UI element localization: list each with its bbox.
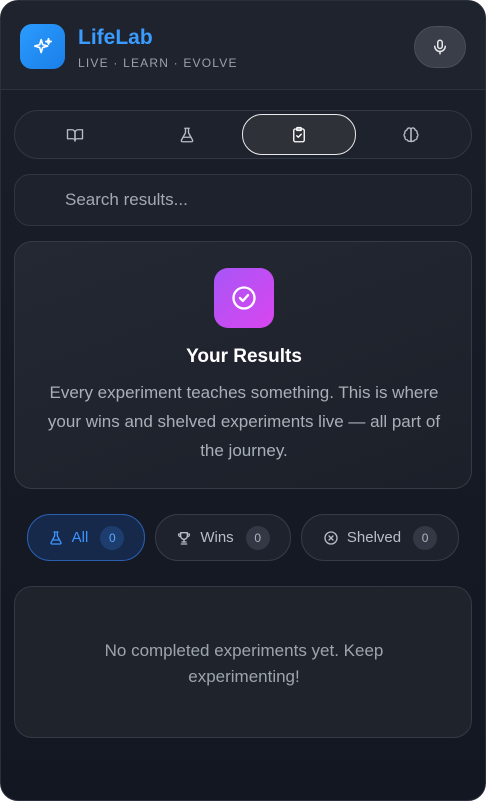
filter-label: Wins bbox=[200, 529, 234, 546]
tab-learn[interactable] bbox=[18, 114, 132, 155]
filter-label: All bbox=[71, 529, 89, 546]
clipboard-check-icon bbox=[290, 126, 308, 144]
flask-icon bbox=[48, 530, 64, 546]
app-title: LifeLab bbox=[78, 26, 153, 49]
filter-all-button[interactable]: All 0 bbox=[27, 514, 145, 561]
app-subtitle: LIVE · LEARN · EVOLVE bbox=[78, 56, 238, 70]
empty-state-message: No completed experiments yet. Keep exper… bbox=[104, 641, 384, 686]
app-window: LifeLab LIVE · LEARN · EVOLVE Search res… bbox=[0, 0, 486, 801]
filter-count-badge: 0 bbox=[245, 525, 270, 550]
search-bar bbox=[14, 174, 472, 226]
empty-state-card: No completed experiments yet. Keep exper… bbox=[14, 586, 472, 738]
tab-experiments[interactable] bbox=[130, 114, 244, 155]
filter-label: Shelved bbox=[346, 529, 402, 546]
filter-count-badge: 0 bbox=[100, 525, 125, 550]
main-tab-bar bbox=[14, 110, 472, 159]
book-icon bbox=[66, 126, 84, 144]
results-intro-card: Your Results Every experiment teaches so… bbox=[14, 241, 472, 489]
tab-insights[interactable] bbox=[354, 114, 468, 155]
x-circle-icon bbox=[323, 530, 339, 546]
flask-icon bbox=[178, 126, 196, 144]
brain-icon bbox=[402, 126, 420, 144]
tab-results[interactable] bbox=[242, 114, 356, 155]
filter-count-badge: 0 bbox=[413, 525, 438, 550]
app-header: LifeLab LIVE · LEARN · EVOLVE bbox=[1, 1, 485, 90]
sparkles-icon bbox=[20, 24, 65, 69]
microphone-icon bbox=[431, 38, 449, 56]
hero-description: Every experiment teaches something. This… bbox=[47, 383, 441, 460]
filter-wins-button[interactable]: Wins 0 bbox=[155, 514, 291, 561]
trophy-icon bbox=[176, 530, 192, 546]
check-circle-icon bbox=[214, 268, 274, 328]
microphone-button[interactable] bbox=[414, 26, 466, 68]
search-input[interactable] bbox=[65, 175, 455, 225]
hero-title: Your Results bbox=[186, 346, 302, 367]
filter-shelved-button[interactable]: Shelved 0 bbox=[301, 514, 459, 561]
